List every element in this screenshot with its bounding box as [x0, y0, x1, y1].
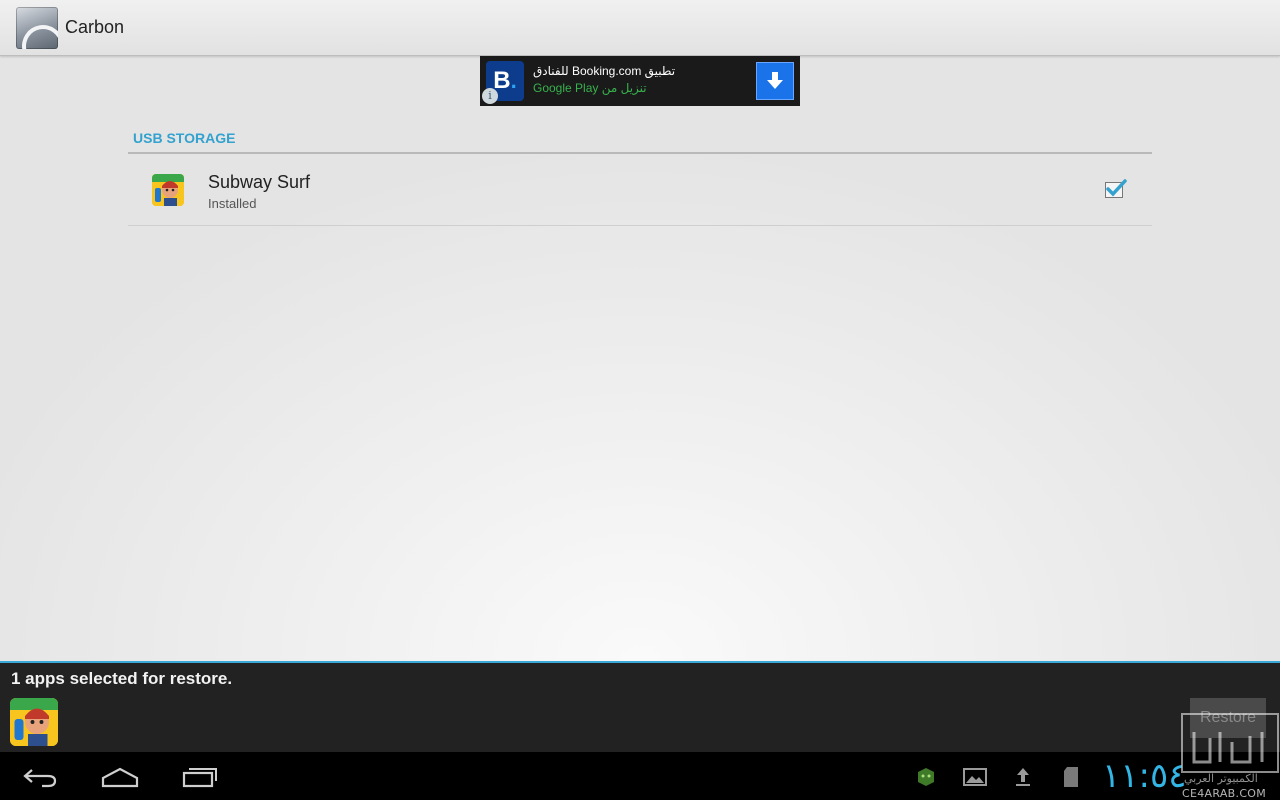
app-name: Subway Surf [208, 172, 311, 192]
info-icon[interactable]: i [482, 88, 498, 104]
system-nav-bar: ١١:٥٤ [0, 752, 1280, 800]
android-debug-icon [913, 764, 939, 790]
subway-surf-icon [152, 174, 184, 206]
upload-icon [1010, 764, 1036, 790]
selection-summary: 1 apps selected for restore. [11, 669, 233, 688]
ad-subline: تنزيل من Google Play [533, 81, 647, 95]
carbon-app-icon[interactable] [16, 6, 58, 49]
restore-button[interactable]: Restore [1190, 698, 1266, 738]
gallery-icon [962, 764, 988, 790]
app-select-checkbox[interactable] [1105, 179, 1127, 198]
ad-headline: تطبيق Booking.com للفنادق [533, 64, 676, 78]
check-icon [1106, 179, 1127, 197]
status-clock: ١١:٥٤ [1102, 756, 1187, 796]
ad-banner[interactable]: B. i تطبيق Booking.com للفنادق تنزيل من … [480, 56, 800, 106]
subway-surf-icon[interactable] [10, 698, 58, 746]
back-icon[interactable] [10, 760, 70, 794]
app-title: Carbon [65, 17, 125, 37]
section-header: USB STORAGE [128, 130, 1152, 154]
list-item[interactable]: Subway Surf Installed [128, 155, 1152, 226]
selection-panel: 1 apps selected for restore. Restore [0, 661, 1280, 752]
app-status: Installed [208, 196, 257, 211]
sd-card-icon [1058, 764, 1084, 790]
home-icon[interactable] [90, 760, 150, 794]
recent-apps-icon[interactable] [170, 760, 230, 794]
action-bar: Carbon [0, 0, 1280, 56]
section-header-label: USB STORAGE [133, 130, 236, 146]
download-arrow-icon[interactable] [756, 62, 794, 100]
